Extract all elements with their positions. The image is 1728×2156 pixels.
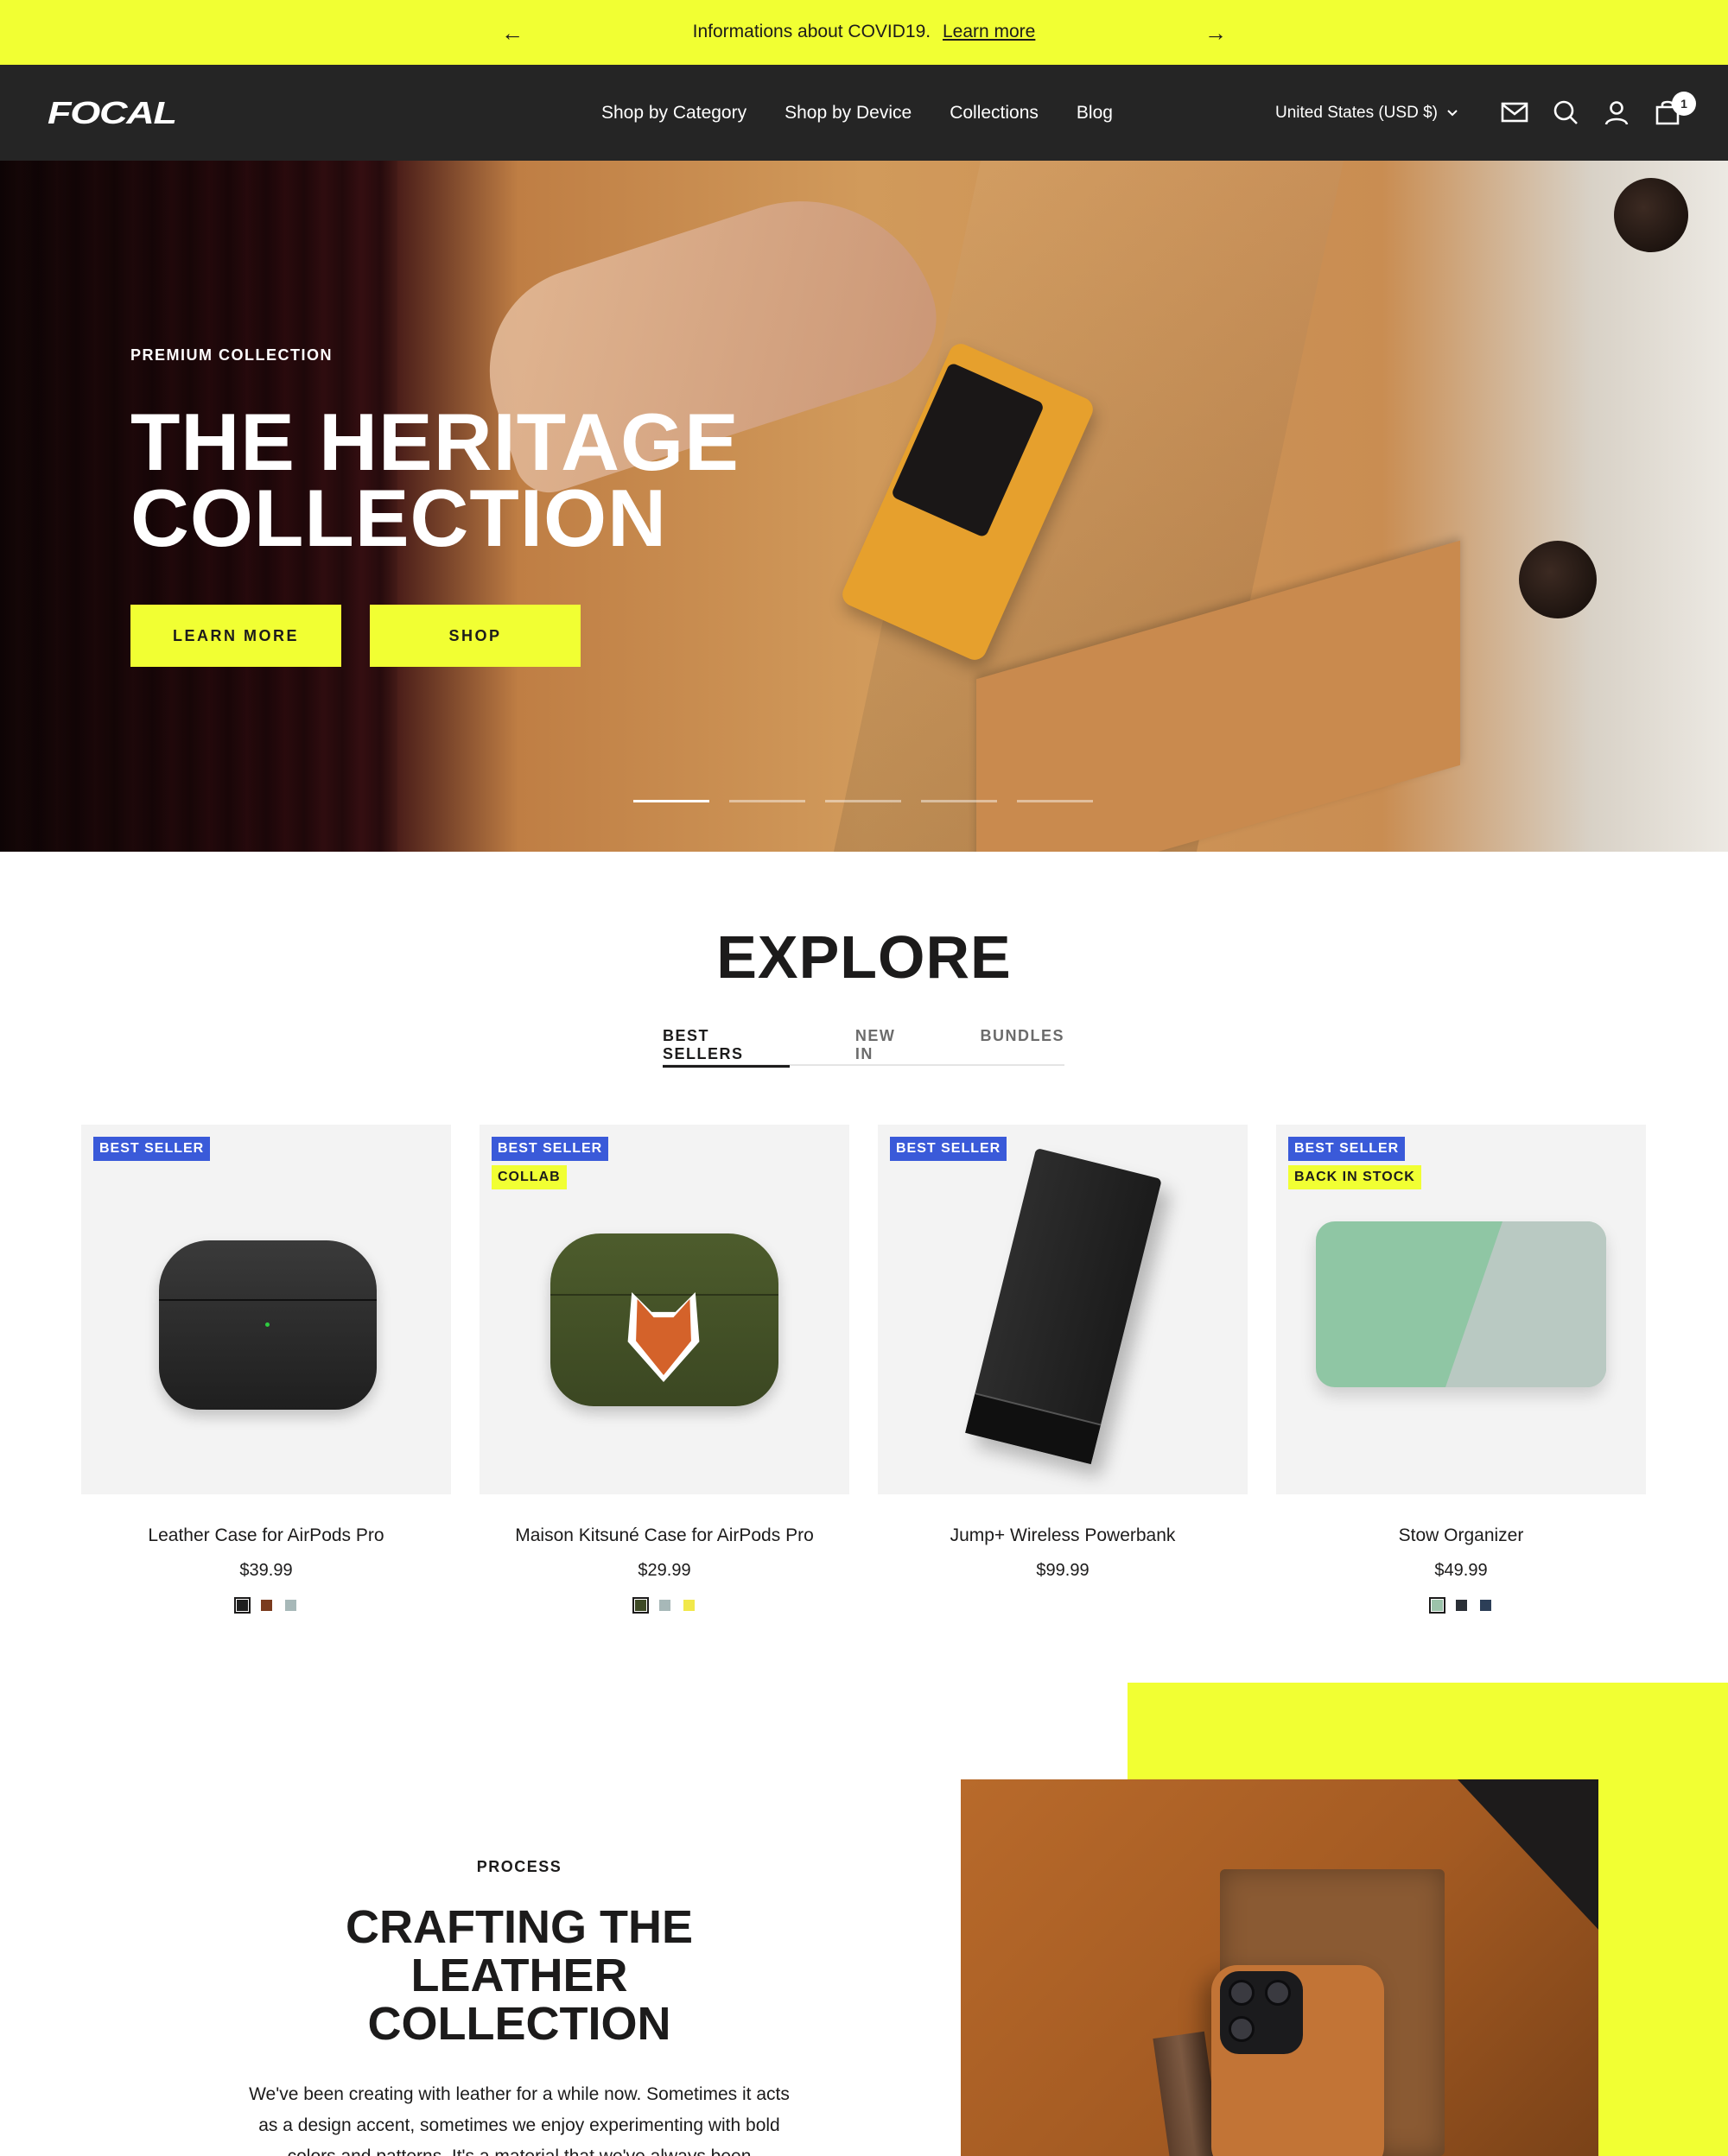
product-badges: BEST SELLER BACK IN STOCK xyxy=(1288,1137,1421,1189)
cart-count-badge: 1 xyxy=(1672,92,1696,116)
organizer-pouch-image xyxy=(1316,1221,1606,1387)
nav-collections[interactable]: Collections xyxy=(950,103,1039,124)
product-image[interactable]: BEST SELLER xyxy=(878,1125,1248,1494)
product-price: $39.99 xyxy=(239,1561,293,1580)
color-swatch[interactable] xyxy=(233,1597,251,1614)
badge-best-seller: BEST SELLER xyxy=(492,1137,609,1161)
arrow-right-icon[interactable]: → xyxy=(1202,19,1229,47)
mail-icon[interactable] xyxy=(1500,98,1529,127)
product-price: $29.99 xyxy=(638,1561,691,1580)
color-swatches xyxy=(1276,1597,1646,1614)
color-swatches xyxy=(480,1597,849,1614)
nav-shop-by-device[interactable]: Shop by Device xyxy=(785,103,912,124)
hero-title-line: COLLECTION xyxy=(130,472,667,563)
announcement-message: Informations about COVID19. Learn more xyxy=(0,22,1728,42)
leather-collection-image xyxy=(961,1779,1598,2156)
badge-best-seller: BEST SELLER xyxy=(890,1137,1007,1161)
airpods-case-black xyxy=(159,1240,377,1410)
product-name[interactable]: Leather Case for AirPods Pro xyxy=(81,1525,451,1546)
hero-coat-button xyxy=(1519,541,1597,618)
color-swatch[interactable] xyxy=(258,1597,275,1614)
color-swatch[interactable] xyxy=(1428,1597,1445,1614)
slide-dot[interactable] xyxy=(921,800,997,802)
slide-dot[interactable] xyxy=(729,800,805,802)
currency-selector[interactable]: United States (USD $) xyxy=(1275,104,1458,123)
learn-more-link[interactable]: Learn more xyxy=(943,22,1035,41)
site-header: FOCAL Shop by Category Shop by Device Co… xyxy=(0,65,1728,161)
search-icon[interactable] xyxy=(1551,98,1580,127)
process-eyebrow: PROCESS xyxy=(476,1858,562,1875)
product-card: BEST SELLER BACK IN STOCK Stow Organizer… xyxy=(1276,1125,1646,1614)
tab-bundles[interactable]: BUNDLES xyxy=(980,1023,1064,1066)
airpods-case-green xyxy=(550,1233,778,1406)
slide-dot[interactable] xyxy=(1017,800,1093,802)
tab-new-in[interactable]: NEW IN xyxy=(855,1023,917,1066)
chevron-down-icon xyxy=(1447,110,1458,117)
announcement-text: Informations about COVID19. xyxy=(692,22,931,41)
process-description: We've been creating with leather for a w… xyxy=(249,2084,790,2156)
color-swatch[interactable] xyxy=(283,1597,299,1614)
tab-best-sellers[interactable]: BEST SELLERS xyxy=(663,1023,790,1068)
badge-best-seller: BEST SELLER xyxy=(93,1137,211,1161)
slide-indicators xyxy=(633,800,1093,802)
hero-eyebrow: PREMIUM COLLECTION xyxy=(130,346,333,364)
focal-logo[interactable]: FOCAL xyxy=(48,95,177,131)
product-grid: BEST SELLER Leather Case for AirPods Pro… xyxy=(81,1125,1647,1614)
color-swatch[interactable] xyxy=(1477,1597,1494,1614)
product-badges: BEST SELLER xyxy=(890,1137,1007,1161)
badge-best-seller: BEST SELLER xyxy=(1288,1137,1406,1161)
product-badges: BEST SELLER COLLAB xyxy=(492,1137,609,1189)
product-image[interactable]: BEST SELLER BACK IN STOCK xyxy=(1276,1125,1646,1494)
slide-dot[interactable] xyxy=(825,800,901,802)
shop-button[interactable]: SHOP xyxy=(370,605,581,667)
phone-camera xyxy=(1220,1971,1303,2054)
hero-slideshow: PREMIUM COLLECTION THE HERITAGE COLLECTI… xyxy=(0,161,1728,852)
hero-title: THE HERITAGE COLLECTION xyxy=(130,402,908,559)
account-icon[interactable] xyxy=(1602,98,1631,127)
product-badges: BEST SELLER xyxy=(93,1137,211,1161)
product-card: BEST SELLER COLLAB Maison Kitsuné Case f… xyxy=(480,1125,849,1614)
product-name[interactable]: Maison Kitsuné Case for AirPods Pro xyxy=(480,1525,849,1546)
hero-coat-button xyxy=(1614,178,1688,252)
nav-blog[interactable]: Blog xyxy=(1077,103,1113,124)
color-swatch[interactable] xyxy=(1453,1597,1470,1614)
color-swatch[interactable] xyxy=(657,1597,673,1614)
badge-collab: COLLAB xyxy=(492,1165,567,1189)
product-price: $49.99 xyxy=(1434,1561,1488,1580)
fox-logo xyxy=(627,1292,700,1382)
product-card: BEST SELLER Leather Case for AirPods Pro… xyxy=(81,1125,451,1614)
learn-more-button[interactable]: LEARN MORE xyxy=(130,605,341,667)
badge-back-in-stock: BACK IN STOCK xyxy=(1288,1165,1421,1189)
announcement-bar: ← Informations about COVID19. Learn more… xyxy=(0,0,1728,65)
product-name[interactable]: Stow Organizer xyxy=(1276,1525,1646,1546)
product-name[interactable]: Jump+ Wireless Powerbank xyxy=(878,1525,1248,1546)
nav-shop-by-category[interactable]: Shop by Category xyxy=(601,103,746,124)
explore-tabs: BEST SELLERS NEW IN BUNDLES xyxy=(663,1023,1064,1068)
product-card: BEST SELLER Jump+ Wireless Powerbank $99… xyxy=(878,1125,1248,1614)
color-swatch[interactable] xyxy=(632,1597,649,1614)
product-image[interactable]: BEST SELLER xyxy=(81,1125,451,1494)
color-swatches xyxy=(81,1597,451,1614)
explore-title: EXPLORE xyxy=(716,923,1012,991)
main-nav: Shop by Category Shop by Device Collecti… xyxy=(601,103,1113,124)
powerbank-image xyxy=(965,1147,1162,1465)
slide-dot[interactable] xyxy=(633,800,709,802)
product-image[interactable]: BEST SELLER COLLAB xyxy=(480,1125,849,1494)
currency-label: United States (USD $) xyxy=(1275,104,1438,122)
process-title: CRAFTING THE LEATHER COLLECTION xyxy=(346,1901,693,2050)
product-price: $99.99 xyxy=(1036,1561,1090,1580)
color-swatch[interactable] xyxy=(681,1597,697,1614)
